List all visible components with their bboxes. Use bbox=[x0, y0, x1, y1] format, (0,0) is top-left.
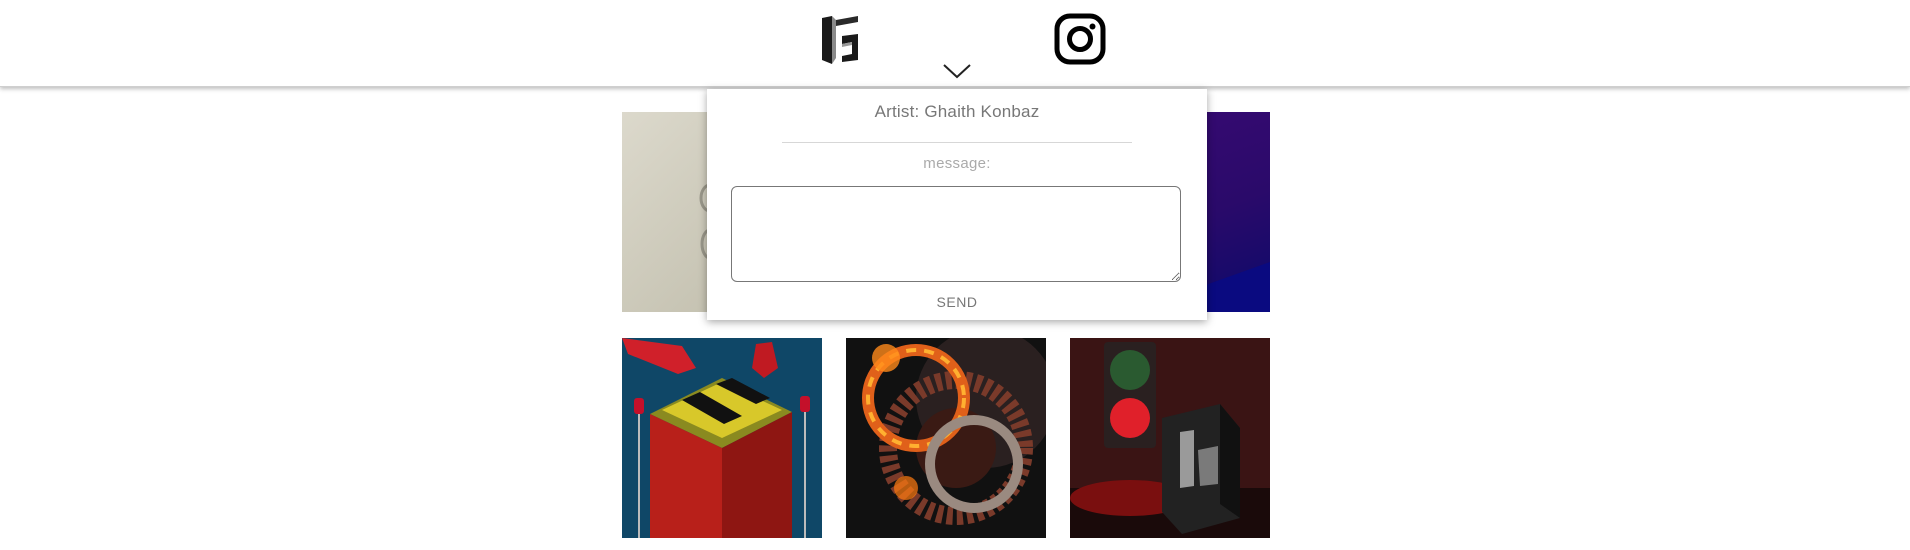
artist-name: Artist: Ghaith Konbaz bbox=[874, 102, 1040, 121]
message-input[interactable] bbox=[731, 186, 1181, 282]
instagram-icon[interactable] bbox=[1054, 13, 1106, 65]
contact-popup: Artist: Ghaith Konbaz message: SEND bbox=[707, 89, 1207, 320]
flaming-gears-image bbox=[862, 338, 1046, 525]
message-label: message: bbox=[923, 155, 991, 172]
gallery-tile[interactable] bbox=[622, 338, 822, 538]
gallery-tile[interactable] bbox=[846, 338, 1046, 538]
site-header bbox=[0, 0, 1910, 87]
divider bbox=[782, 142, 1132, 143]
send-button[interactable]: SEND bbox=[917, 291, 997, 313]
kg-monogram-logo-icon[interactable] bbox=[818, 14, 862, 66]
gallery-tile[interactable] bbox=[1070, 338, 1270, 538]
chevron-down-icon[interactable] bbox=[942, 62, 972, 80]
red-block-with-caution-stripes-image bbox=[622, 338, 810, 538]
traffic-light-and-kg-cube-image bbox=[1070, 338, 1270, 538]
